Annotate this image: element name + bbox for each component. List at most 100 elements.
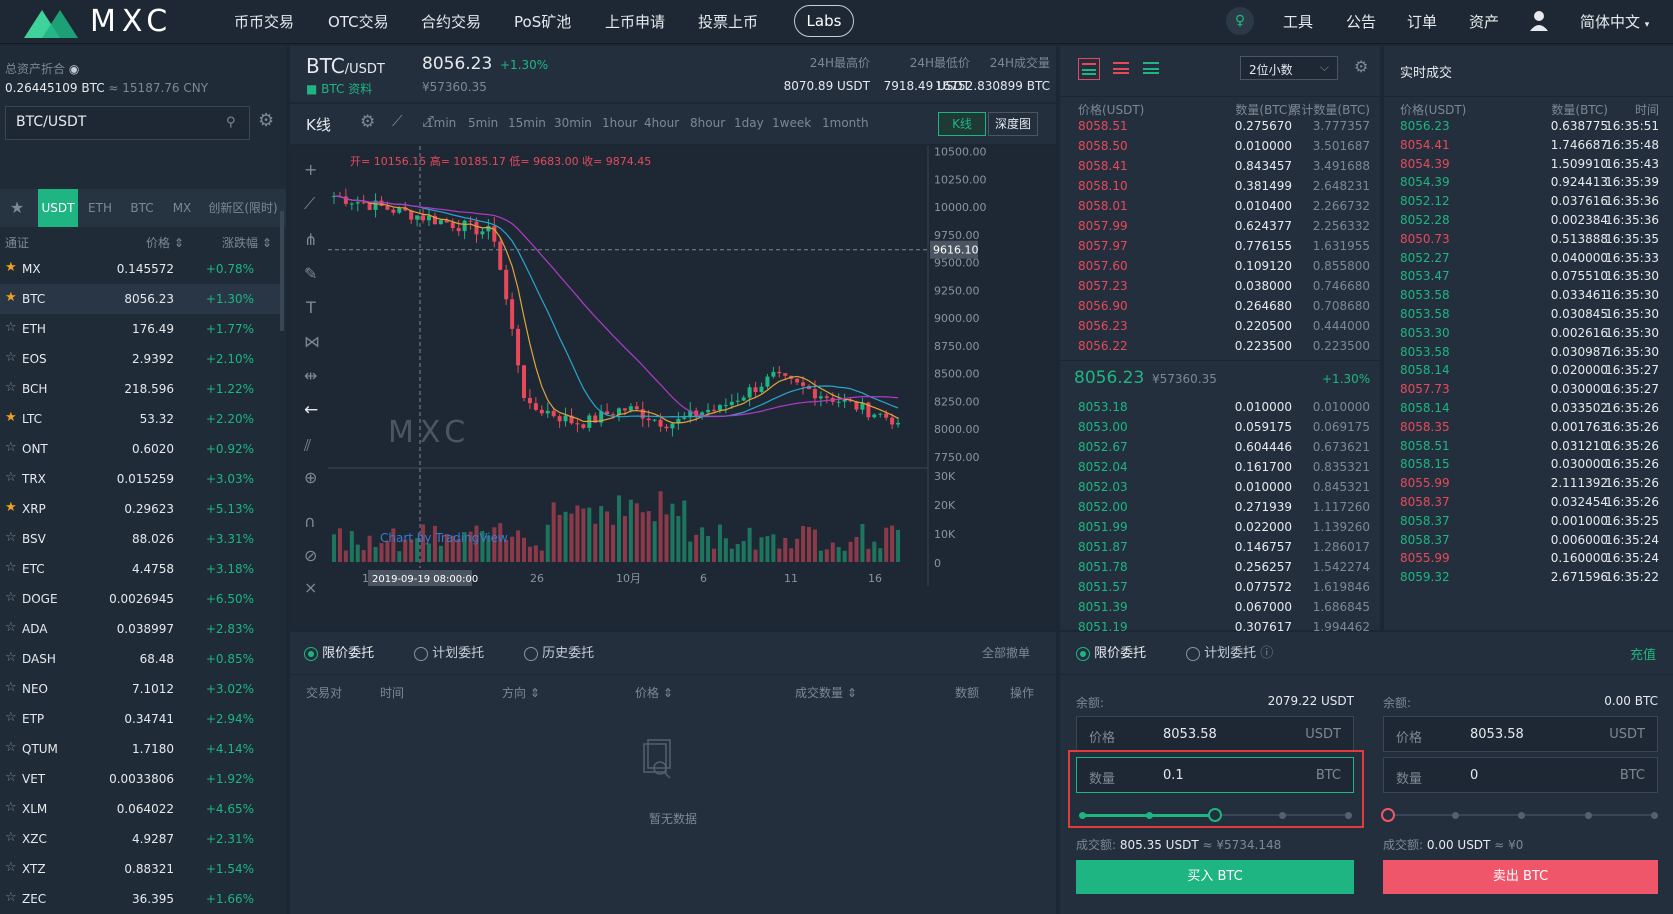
gear-icon[interactable]: ⚙: [1354, 57, 1368, 76]
orderbook-row[interactable]: 8058.50 0.010000 3.501687: [1060, 136, 1370, 156]
interval-1min[interactable]: 1min: [426, 116, 456, 130]
nav-tools[interactable]: 工具: [1283, 11, 1313, 32]
view-bids-icon[interactable]: [1140, 58, 1162, 80]
slider-dot[interactable]: [1584, 812, 1592, 819]
slider-dot[interactable]: [1518, 812, 1525, 819]
star-outline-icon[interactable]: ☆: [5, 680, 17, 695]
star-outline-icon[interactable]: ☆: [5, 590, 17, 605]
market-row-vet[interactable]: ☆ VET 0.0033806 +1.92%: [0, 764, 280, 794]
orderbook-row[interactable]: 8058.51 0.275670 3.777357: [1060, 116, 1370, 136]
interval-1week[interactable]: 1week: [772, 116, 811, 130]
sell-button[interactable]: 卖出 BTC: [1383, 860, 1658, 894]
interval-1day[interactable]: 1day: [734, 116, 764, 130]
eye-icon[interactable]: ◉: [69, 62, 79, 76]
buy-button[interactable]: 买入 BTC: [1076, 860, 1354, 894]
pair-search-box[interactable]: ⚲: [5, 106, 250, 140]
kline-view-button[interactable]: K线: [938, 112, 986, 136]
market-row-dash[interactable]: ☆ DASH 68.48 +0.85%: [0, 644, 280, 674]
star-outline-icon[interactable]: ☆: [5, 440, 17, 455]
market-row-xlm[interactable]: ☆ XLM 0.064022 +4.65%: [0, 794, 280, 824]
tab-innovation[interactable]: 创新区(限时): [200, 189, 286, 227]
nav-listing[interactable]: 上币申请: [605, 11, 665, 32]
scrollbar[interactable]: [280, 211, 284, 331]
slider-handle[interactable]: [1208, 808, 1222, 822]
orderbook-row[interactable]: 8056.23 0.220500 0.444000: [1060, 316, 1370, 336]
brush-icon[interactable]: ✎: [304, 264, 317, 283]
orderbook-row[interactable]: 8051.78 0.256257 1.542274: [1060, 557, 1370, 577]
market-row-etc[interactable]: ☆ ETC 4.4758 +3.18%: [0, 554, 280, 584]
interval-1month[interactable]: 1month: [822, 116, 869, 130]
tab-plan[interactable]: 计划委托 ⓘ: [1186, 642, 1273, 661]
pair-search-input[interactable]: [16, 114, 216, 130]
interval-15min[interactable]: 15min: [508, 116, 546, 130]
indicator-icon[interactable]: ⟋: [392, 112, 403, 130]
market-row-eos[interactable]: ☆ EOS 2.9392 +2.10%: [0, 344, 280, 374]
market-row-xzc[interactable]: ☆ XZC 4.9287 +2.31%: [0, 824, 280, 854]
help-icon[interactable]: ⓘ: [1260, 646, 1273, 661]
recharge-link[interactable]: 充值: [1630, 644, 1656, 663]
col-order-price[interactable]: 价格 ⇕: [635, 684, 673, 701]
star-outline-icon[interactable]: ☆: [5, 800, 17, 815]
col-coin[interactable]: 通证: [5, 234, 29, 251]
arrow-left-icon[interactable]: ←: [304, 400, 318, 420]
slider-dot[interactable]: [1079, 812, 1086, 819]
buy-qty-field[interactable]: 数量 0.1 BTC: [1076, 757, 1354, 793]
market-row-eth[interactable]: ☆ ETH 176.49 +1.77%: [0, 314, 280, 344]
interval-4hour[interactable]: 4hour: [644, 116, 679, 130]
orderbook-row[interactable]: 8057.99 0.624377 2.256332: [1060, 216, 1370, 236]
interval-5min[interactable]: 5min: [468, 116, 498, 130]
col-change[interactable]: 涨跌幅 ⇕: [222, 234, 272, 251]
crosshair-icon[interactable]: +: [304, 160, 317, 179]
orderbook-row[interactable]: 8051.39 0.067000 1.686845: [1060, 597, 1370, 617]
market-row-xrp[interactable]: ★ XRP 0.29623 +5.13%: [0, 494, 280, 524]
view-asks-icon[interactable]: [1110, 58, 1132, 80]
tab-eth[interactable]: ETH: [80, 189, 120, 227]
slider-dot[interactable]: [1345, 812, 1352, 819]
text-tool-icon[interactable]: T: [306, 298, 316, 317]
star-filled-icon[interactable]: ★: [5, 500, 17, 515]
nav-spot[interactable]: 币币交易: [234, 11, 294, 32]
fib-icon[interactable]: ⋔: [304, 230, 317, 249]
star-outline-icon[interactable]: ☆: [5, 620, 17, 635]
orderbook-row[interactable]: 8056.22 0.223500 0.223500: [1060, 336, 1370, 356]
col-price[interactable]: 价格 ⇕: [146, 234, 184, 251]
slider-dot[interactable]: [1651, 812, 1658, 819]
star-outline-icon[interactable]: ☆: [5, 830, 17, 845]
ruler-icon[interactable]: ⫽: [304, 436, 311, 456]
star-outline-icon[interactable]: ☆: [5, 380, 17, 395]
tab-btc[interactable]: BTC: [122, 189, 162, 227]
orderbook-row[interactable]: 8052.67 0.604446 0.673621: [1060, 437, 1370, 457]
idea-icon[interactable]: ♀: [1226, 7, 1254, 35]
nav-otc[interactable]: OTC交易: [328, 11, 389, 32]
depth-view-button[interactable]: 深度图: [988, 112, 1038, 136]
buy-price-field[interactable]: 价格 8053.58 USDT: [1076, 716, 1354, 752]
slider-dot[interactable]: [1145, 812, 1153, 819]
star-outline-icon[interactable]: ☆: [5, 740, 17, 755]
sell-qty-field[interactable]: 数量 0 BTC: [1383, 757, 1658, 793]
tab-history-orders[interactable]: 历史委托: [524, 642, 594, 661]
star-outline-icon[interactable]: ☆: [5, 890, 17, 905]
mxc-logo-icon[interactable]: [24, 6, 84, 38]
coin-info-link[interactable]: ■ BTC 资料: [306, 80, 372, 97]
tab-usdt[interactable]: USDT: [38, 189, 78, 227]
favorites-star-icon[interactable]: ★: [0, 189, 34, 227]
view-both-icon[interactable]: [1078, 58, 1100, 80]
star-outline-icon[interactable]: ☆: [5, 320, 17, 335]
interval-1hour[interactable]: 1hour: [602, 116, 637, 130]
kline-chart[interactable]: 10500.0010250.0010000.009750.009500.0092…: [290, 146, 1056, 630]
orderbook-row[interactable]: 8057.60 0.109120 0.855800: [1060, 256, 1370, 276]
orderbook-row[interactable]: 8051.57 0.077572 1.619846: [1060, 577, 1370, 597]
measure-icon[interactable]: ⇹: [304, 366, 317, 385]
lock-icon[interactable]: ⊘: [304, 546, 317, 565]
star-outline-icon[interactable]: ☆: [5, 770, 17, 785]
nav-orders[interactable]: 订单: [1407, 11, 1437, 32]
language-selector[interactable]: 简体中文 ▾: [1580, 11, 1649, 32]
market-row-trx[interactable]: ☆ TRX 0.015259 +3.03%: [0, 464, 280, 494]
orderbook-row[interactable]: 8052.00 0.271939 1.117260: [1060, 497, 1370, 517]
tab-limit[interactable]: 限价委托: [1076, 642, 1146, 661]
market-row-etp[interactable]: ☆ ETP 0.34741 +2.94%: [0, 704, 280, 734]
sell-ratio-slider[interactable]: [1381, 808, 1658, 822]
tab-mx[interactable]: MX: [164, 189, 200, 227]
market-row-neo[interactable]: ☆ NEO 7.1012 +3.02%: [0, 674, 280, 704]
search-icon[interactable]: ⚲: [226, 115, 236, 130]
